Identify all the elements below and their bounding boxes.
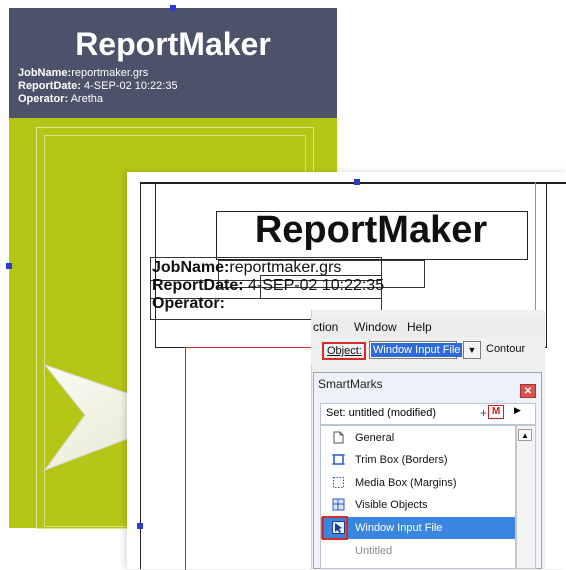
back-job-line: JobName:reportmaker.grs	[18, 67, 149, 79]
guide-line	[535, 182, 536, 312]
list-item-visible-objects[interactable]: Visible Objects	[321, 494, 515, 516]
list-item-media-box[interactable]: Media Box (Margins)	[321, 472, 515, 494]
menu-item-action[interactable]: ction	[313, 320, 338, 334]
front-operator-line: Operator:	[152, 295, 225, 312]
menu-item-window[interactable]: Window	[354, 320, 397, 334]
front-job-line: JobName:reportmaker.grs	[152, 259, 342, 276]
mark-icon[interactable]: M	[488, 405, 504, 419]
selection-handle-left[interactable]	[6, 263, 12, 269]
page-icon	[333, 431, 344, 444]
front-left-edge	[140, 182, 141, 569]
scroll-up-icon[interactable]: ▲	[518, 429, 532, 441]
list-item-window-input-file[interactable]: Window Input File	[321, 517, 515, 539]
selection-handle-top[interactable]	[170, 5, 176, 11]
front-date-line: ReportDate: 4-SEP-02 10:22:35	[152, 277, 385, 294]
visible-objects-icon	[332, 498, 345, 511]
selection-handle-front-left[interactable]	[137, 523, 143, 529]
selection-handle-front-top[interactable]	[354, 179, 360, 185]
media-box-icon	[333, 477, 344, 488]
selection-highlight	[322, 516, 348, 540]
list-item-untitled[interactable]: Untitled	[321, 540, 515, 562]
chevron-right-icon[interactable]: ▶	[514, 405, 521, 416]
chevron-down-icon[interactable]: ▼	[463, 341, 481, 359]
back-report-title: ReportMaker	[75, 26, 271, 62]
menu-bar: ction Window Help	[311, 317, 544, 337]
list-item-trim-box[interactable]: Trim Box (Borders)	[321, 449, 515, 471]
list-item-general[interactable]: General	[321, 427, 515, 449]
front-report-title: ReportMaker	[254, 209, 488, 251]
object-label: Object:	[322, 342, 366, 360]
add-mark-button[interactable]: +	[480, 406, 487, 420]
scrollbar[interactable]	[516, 425, 536, 569]
contour-label[interactable]: Contour	[486, 343, 525, 355]
trim-box-icon	[332, 454, 345, 465]
menu-item-help[interactable]: Help	[407, 320, 432, 334]
back-operator-line: Operator: Aretha	[18, 93, 103, 105]
set-label: Set: untitled (modified)	[326, 407, 437, 419]
object-select-value[interactable]: Window Input File	[371, 343, 463, 357]
close-icon[interactable]: ✕	[520, 384, 536, 398]
back-date-line: ReportDate: 4-SEP-02 10:22:35	[18, 80, 178, 92]
panel-title: SmartMarks	[318, 377, 383, 391]
